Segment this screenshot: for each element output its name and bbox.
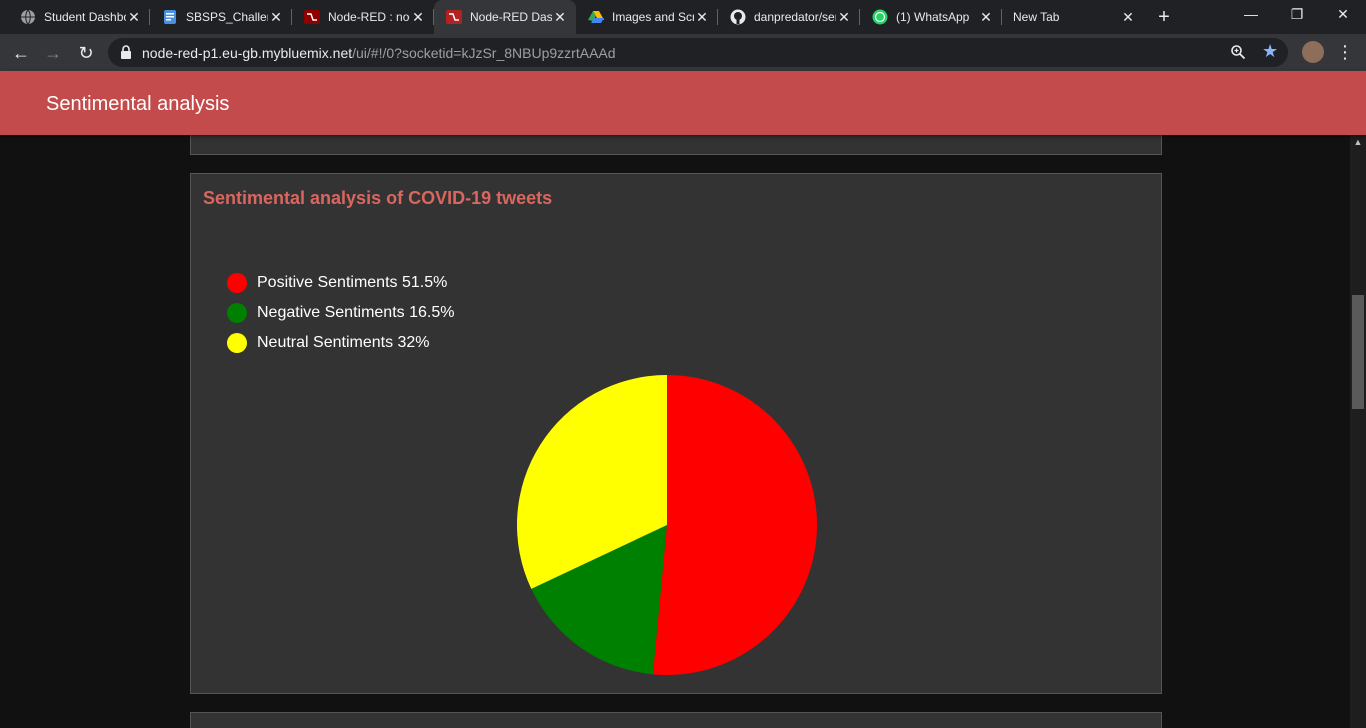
whatsapp-icon	[872, 9, 888, 25]
globe-icon	[21, 9, 35, 25]
close-icon[interactable]: ✕	[268, 9, 284, 25]
browser-tab-active[interactable]: Node-RED Dashboard ✕	[434, 0, 576, 34]
browser-tab[interactable]: Images and Screenshots ✕	[576, 0, 718, 34]
previous-card	[190, 135, 1162, 155]
browser-toolbar: ← → ↻ node-red-p1.eu-gb.mybluemix.net/ui…	[0, 34, 1366, 71]
chart-title: Sentimental analysis of COVID-19 tweets	[203, 188, 553, 208]
github-icon	[730, 9, 746, 25]
zoom-icon[interactable]	[1230, 44, 1246, 60]
tab-title: New Tab	[1013, 10, 1060, 24]
legend-label: Neutral Sentiments 32%	[257, 334, 430, 351]
node-red-icon	[304, 10, 320, 24]
profile-avatar[interactable]	[1302, 41, 1324, 63]
tab-title: SBSPS_Challenge	[186, 10, 268, 24]
back-arrow-icon[interactable]: ←	[10, 42, 32, 64]
tab-title: (1) WhatsApp	[896, 10, 970, 24]
restore-button[interactable]: ❐	[1274, 0, 1320, 30]
legend-item: Negative Sentiments 16.5%	[227, 298, 454, 328]
lock-icon	[121, 45, 131, 59]
menu-dots-icon[interactable]: ⋮	[1336, 41, 1354, 63]
close-icon[interactable]: ✕	[410, 9, 426, 25]
forward-arrow-icon[interactable]: →	[42, 42, 64, 64]
url-path: /ui/#!/0?socketid=kJzSr_8NBUp9zzrtAAAd	[352, 45, 616, 61]
chart-card: Sentimental analysis of COVID-19 tweets …	[190, 173, 1162, 694]
chart-legend: Positive Sentiments 51.5% Negative Senti…	[227, 268, 454, 358]
new-tab-button[interactable]: +	[1153, 6, 1175, 28]
browser-tab[interactable]: SBSPS_Challenge ✕	[150, 0, 292, 34]
reload-icon[interactable]: ↻	[75, 42, 97, 64]
tab-title: danpredator/sentiment	[754, 10, 836, 24]
browser-tab[interactable]: danpredator/sentiment ✕	[718, 0, 860, 34]
dashboard-content: Sentimental analysis of COVID-19 tweets …	[0, 135, 1350, 728]
legend-swatch	[227, 303, 247, 323]
tab-title: Node-RED : node	[328, 10, 410, 24]
close-icon[interactable]: ✕	[552, 9, 568, 25]
minimize-button[interactable]: —	[1228, 0, 1274, 30]
browser-tab[interactable]: (1) WhatsApp ✕	[860, 0, 1002, 34]
close-icon[interactable]: ✕	[836, 9, 852, 25]
browser-tab[interactable]: New Tab ✕	[1002, 0, 1144, 34]
legend-label: Negative Sentiments 16.5%	[257, 304, 455, 321]
legend-swatch	[227, 333, 247, 353]
legend-item: Neutral Sentiments 32%	[227, 328, 454, 358]
tab-title: Node-RED Dashboard	[470, 10, 552, 24]
url-text: node-red-p1.eu-gb.mybluemix.net/ui/#!/0?…	[142, 45, 616, 61]
browser-tab[interactable]: Node-RED : node ✕	[292, 0, 434, 34]
scroll-thumb[interactable]	[1352, 295, 1364, 409]
close-icon[interactable]: ✕	[126, 9, 142, 25]
legend-item: Positive Sentiments 51.5%	[227, 268, 454, 298]
page-scrollbar[interactable]: ▲	[1350, 135, 1366, 728]
tab-title: Student Dashboard	[44, 10, 126, 24]
next-card	[190, 712, 1162, 728]
close-icon[interactable]: ✕	[978, 9, 994, 25]
url-host: node-red-p1.eu-gb.mybluemix.net	[142, 45, 353, 61]
legend-label: Positive Sentiments 51.5%	[257, 274, 448, 291]
drive-icon	[588, 11, 604, 23]
page-title: Sentimental analysis	[46, 93, 230, 115]
node-red-icon	[446, 10, 462, 24]
scroll-up-arrow-icon[interactable]: ▲	[1350, 137, 1366, 151]
bookmark-star-icon[interactable]: ★	[1262, 41, 1278, 62]
close-icon[interactable]: ✕	[694, 9, 710, 25]
close-icon[interactable]: ✕	[1120, 9, 1136, 25]
browser-tabstrip: Student Dashboard ✕ SBSPS_Challenge ✕ No…	[0, 0, 1366, 34]
pie-chart	[517, 375, 817, 675]
app-header: Sentimental analysis	[0, 71, 1366, 135]
close-window-button[interactable]: ✕	[1320, 0, 1366, 30]
address-bar[interactable]: node-red-p1.eu-gb.mybluemix.net/ui/#!/0?…	[108, 38, 1288, 67]
doc-icon	[164, 10, 176, 24]
browser-tab[interactable]: Student Dashboard ✕	[0, 0, 150, 34]
tab-title: Images and Screenshots	[612, 10, 694, 24]
pie-slice[interactable]	[652, 375, 817, 675]
legend-swatch	[227, 273, 247, 293]
